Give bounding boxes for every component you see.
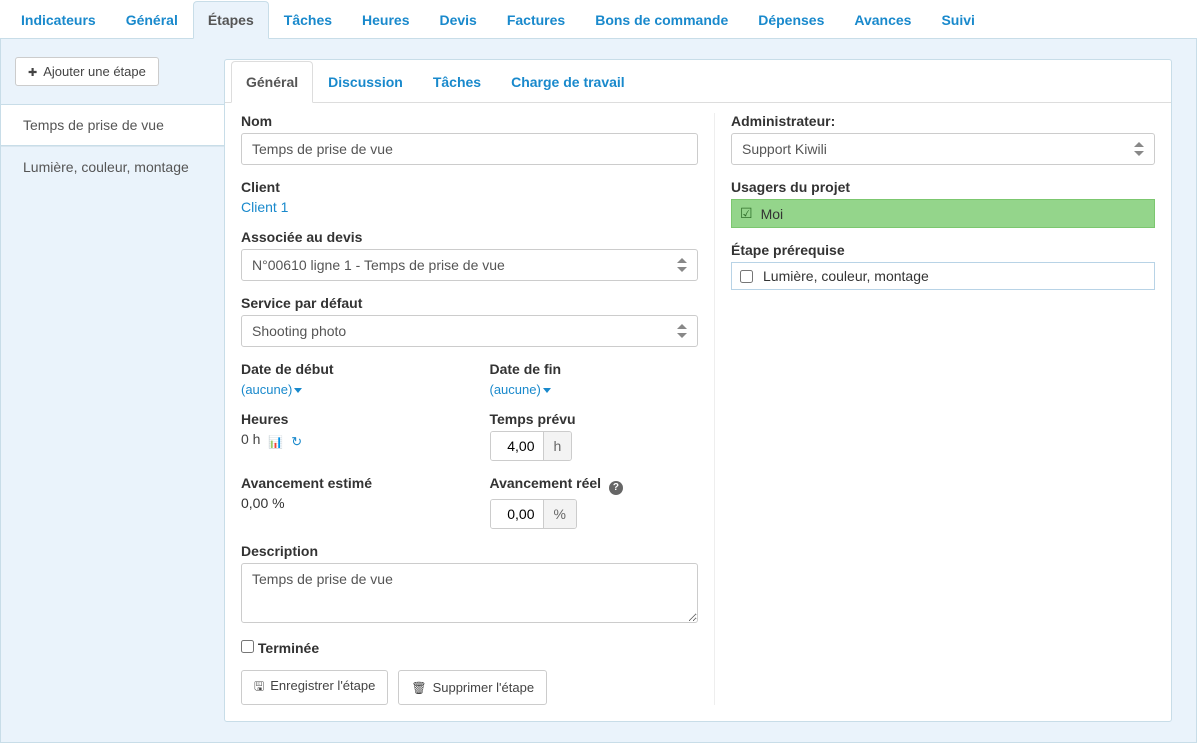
planned-label: Temps prévu: [490, 411, 699, 427]
quote-select[interactable]: N°00610 ligne 1 - Temps de prise de vue: [241, 249, 698, 281]
name-label: Nom: [241, 113, 698, 129]
planned-input[interactable]: [491, 432, 543, 460]
step-item-1[interactable]: Lumière, couleur, montage: [1, 146, 224, 187]
add-step-button[interactable]: Ajouter une étape: [15, 57, 159, 86]
chart-icon[interactable]: [268, 433, 283, 449]
delete-step-button[interactable]: Supprimer l'étape: [398, 670, 547, 705]
step-card: Général Discussion Tâches Charge de trav…: [224, 59, 1172, 722]
percent-unit: %: [543, 500, 576, 528]
prereq-checkbox[interactable]: [740, 270, 753, 283]
service-value: Shooting photo: [252, 323, 346, 339]
name-input[interactable]: [241, 133, 698, 165]
sub-tabs: Général Discussion Tâches Charge de trav…: [225, 60, 1171, 103]
tab-general[interactable]: Général: [111, 1, 193, 39]
real-progress-group: %: [490, 499, 577, 529]
refresh-icon[interactable]: [291, 433, 302, 450]
tab-depenses[interactable]: Dépenses: [743, 1, 839, 39]
start-date-value: (aucune): [241, 382, 292, 397]
add-step-label: Ajouter une étape: [43, 64, 146, 79]
delete-label: Supprimer l'étape: [433, 680, 534, 695]
tab-avances[interactable]: Avances: [839, 1, 926, 39]
save-label: Enregistrer l'étape: [270, 678, 375, 693]
client-label: Client: [241, 179, 698, 195]
hours-unit: h: [543, 432, 572, 460]
save-step-button[interactable]: Enregistrer l'étape: [241, 670, 388, 705]
end-date-picker[interactable]: (aucune): [490, 382, 551, 397]
end-date-label: Date de fin: [490, 361, 699, 377]
quote-label: Associée au devis: [241, 229, 698, 245]
admin-value: Support Kiwili: [742, 141, 827, 157]
admin-select[interactable]: Support Kiwili: [731, 133, 1155, 165]
project-user-name: Moi: [761, 206, 784, 222]
tab-etapes[interactable]: Étapes: [193, 1, 269, 39]
tab-indicateurs[interactable]: Indicateurs: [6, 1, 111, 39]
hours-value: 0 h: [241, 431, 260, 447]
step-item-label: Lumière, couleur, montage: [23, 159, 189, 175]
service-label: Service par défaut: [241, 295, 698, 311]
terminee-text: Terminée: [258, 640, 319, 656]
project-user-row[interactable]: ☑ Moi: [731, 199, 1155, 228]
tab-bons-commande[interactable]: Bons de commande: [580, 1, 743, 39]
real-progress-label: Avancement réel: [490, 475, 699, 495]
tab-heures[interactable]: Heures: [347, 1, 424, 39]
spinner-icon: [677, 324, 687, 338]
tab-suivi[interactable]: Suivi: [926, 1, 989, 39]
description-label: Description: [241, 543, 698, 559]
prereq-row[interactable]: Lumière, couleur, montage: [731, 262, 1155, 290]
subtab-charge[interactable]: Charge de travail: [496, 61, 640, 103]
spinner-icon: [677, 258, 687, 272]
end-date-value: (aucune): [490, 382, 541, 397]
spinner-icon: [1134, 142, 1144, 156]
prereq-label: Étape prérequise: [731, 242, 1155, 258]
caret-down-icon: [543, 388, 551, 393]
subtab-taches[interactable]: Tâches: [418, 61, 496, 103]
check-icon: ☑: [740, 205, 753, 222]
terminee-label[interactable]: Terminée: [241, 640, 319, 656]
caret-down-icon: [294, 388, 302, 393]
plus-icon: [28, 64, 43, 79]
start-date-picker[interactable]: (aucune): [241, 382, 302, 397]
service-select[interactable]: Shooting photo: [241, 315, 698, 347]
est-progress-label: Avancement estimé: [241, 475, 450, 491]
users-label: Usagers du projet: [731, 179, 1155, 195]
save-icon: [254, 678, 270, 693]
admin-label: Administrateur:: [731, 113, 1155, 129]
steps-sidebar: Ajouter une étape Temps de prise de vue …: [1, 39, 224, 742]
tab-factures[interactable]: Factures: [492, 1, 580, 39]
subtab-discussion[interactable]: Discussion: [313, 61, 418, 103]
planned-input-group: h: [490, 431, 573, 461]
tab-taches[interactable]: Tâches: [269, 1, 347, 39]
help-icon[interactable]: [609, 481, 623, 495]
tab-devis[interactable]: Devis: [424, 1, 491, 39]
hours-label: Heures: [241, 411, 450, 427]
client-link[interactable]: Client 1: [241, 199, 288, 215]
step-item-0[interactable]: Temps de prise de vue: [1, 104, 225, 146]
prereq-item: Lumière, couleur, montage: [763, 268, 929, 284]
step-item-label: Temps de prise de vue: [23, 117, 164, 133]
quote-value: N°00610 ligne 1 - Temps de prise de vue: [252, 257, 505, 273]
start-date-label: Date de début: [241, 361, 450, 377]
description-textarea[interactable]: [241, 563, 698, 623]
est-progress-value: 0,00 %: [241, 495, 285, 511]
subtab-general[interactable]: Général: [231, 61, 313, 103]
trash-icon: [411, 680, 432, 695]
real-progress-input[interactable]: [491, 500, 543, 528]
top-tabs: Indicateurs Général Étapes Tâches Heures…: [0, 0, 1197, 39]
